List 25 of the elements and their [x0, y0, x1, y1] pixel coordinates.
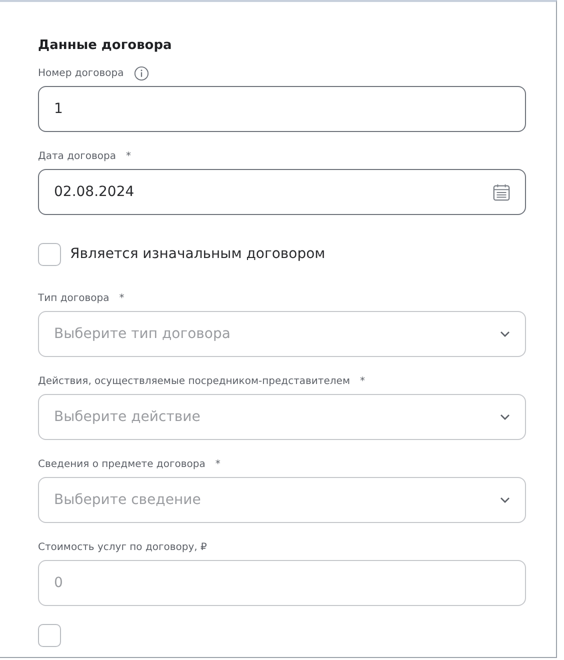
field-label: Стоимость услуг по договору, ₽	[38, 542, 207, 552]
date-field[interactable]: 02.08.2024	[38, 169, 526, 215]
required-mark: *	[119, 292, 124, 304]
checkbox[interactable]	[38, 624, 61, 646]
field-label: Номер договора	[38, 68, 124, 78]
chevron-down-icon	[499, 413, 511, 421]
chevron-down-icon	[499, 496, 511, 504]
required-mark: *	[215, 458, 220, 470]
calendar-icon[interactable]	[492, 182, 511, 202]
chevron-down-icon	[499, 330, 511, 338]
field-label: Дата договора	[38, 150, 116, 162]
required-mark: *	[360, 376, 365, 386]
field-label: Тип договора	[38, 292, 110, 304]
section-title: Данные договора	[38, 38, 173, 53]
select-field[interactable]: Выберите действие	[38, 394, 526, 440]
input-field[interactable]: 0	[38, 560, 526, 606]
input-field[interactable]: 1	[38, 86, 526, 132]
field-label: Действия, осуществляемые посредником-представителем	[38, 376, 350, 386]
checkbox-label: Является изначальным договором	[70, 246, 326, 262]
select-field[interactable]: Выберите тип договора	[38, 311, 526, 357]
select-field[interactable]: Выберите сведение	[38, 477, 526, 523]
required-mark: *	[126, 150, 131, 162]
info-icon[interactable]	[134, 66, 149, 80]
checkbox[interactable]	[38, 242, 61, 266]
field-label: Сведения о предмете договора	[38, 458, 206, 470]
